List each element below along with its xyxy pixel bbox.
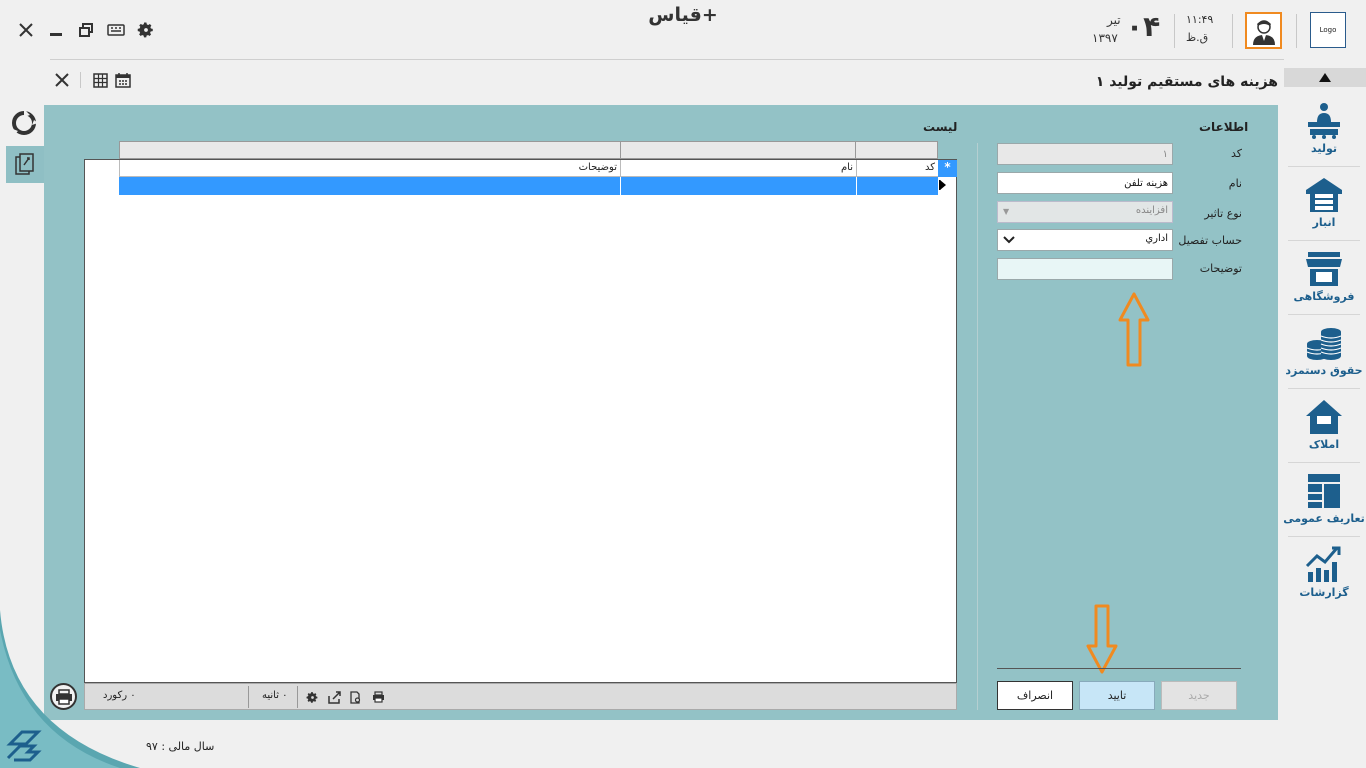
info-section-title: اطلاعات bbox=[1199, 120, 1249, 134]
arrow-up-annotation-icon bbox=[1118, 292, 1150, 367]
effect-type-label: نوع تاثیر bbox=[1204, 207, 1242, 220]
print-small-icon[interactable] bbox=[370, 689, 386, 705]
warehouse-icon bbox=[1306, 178, 1342, 212]
production-icon bbox=[1308, 103, 1340, 139]
date-month: تیر bbox=[1107, 13, 1121, 27]
confirm-button[interactable]: تایید bbox=[1079, 681, 1155, 710]
sidebar-item-label: تولید bbox=[1310, 142, 1337, 155]
document-edit-icon[interactable] bbox=[6, 146, 44, 183]
document-search-icon[interactable] bbox=[348, 689, 364, 705]
chevron-down-icon bbox=[1003, 233, 1015, 248]
list-grid[interactable] bbox=[84, 159, 957, 683]
header-separator bbox=[1174, 14, 1175, 48]
header-separator bbox=[1296, 14, 1297, 48]
date-day: ۰۴ bbox=[1126, 10, 1161, 43]
effect-type-value: افزاینده bbox=[1135, 205, 1168, 216]
user-avatar[interactable] bbox=[1245, 12, 1282, 49]
store-icon bbox=[1306, 252, 1342, 286]
name-label: نام bbox=[1228, 177, 1242, 190]
row-pointer-icon bbox=[939, 179, 947, 194]
header-separator bbox=[1232, 14, 1233, 48]
list-section-title: لیست bbox=[923, 120, 958, 134]
clock-time: ۱۱:۴۹ bbox=[1186, 13, 1214, 26]
effect-type-dropdown[interactable]: افزاینده ▼ bbox=[997, 201, 1173, 223]
column-header-code[interactable]: کد bbox=[856, 160, 938, 176]
buttons-divider bbox=[997, 668, 1241, 669]
sidebar-item-reports[interactable]: گزارشات bbox=[1288, 538, 1360, 611]
company-logo: Logo bbox=[1310, 12, 1346, 48]
status-bar bbox=[84, 683, 957, 710]
fiscal-year: سال مالی : ۹۷ bbox=[146, 740, 215, 753]
column-header-row: کد نام توضیحات bbox=[119, 160, 957, 177]
user-avatar-icon bbox=[1252, 19, 1275, 45]
clock-period: ق.ظ bbox=[1186, 31, 1209, 44]
chart-icon bbox=[1305, 546, 1341, 582]
sidebar-item-label: حقوق دستمزد bbox=[1285, 364, 1363, 377]
coins-icon bbox=[1306, 328, 1342, 360]
refresh-icon[interactable] bbox=[10, 109, 38, 137]
sidebar-item-payroll[interactable]: حقوق دستمزد bbox=[1285, 316, 1363, 389]
account-label: حساب تفصیل bbox=[1178, 234, 1242, 247]
minimize-icon[interactable] bbox=[46, 20, 66, 40]
grid-view-icon[interactable] bbox=[90, 70, 110, 90]
sidebar-item-store[interactable]: فروشگاهی bbox=[1288, 242, 1360, 315]
new-row-indicator: * bbox=[938, 160, 957, 177]
sidebar-item-label: املاک bbox=[1308, 438, 1340, 451]
column-header-description[interactable]: توضیحات bbox=[119, 160, 620, 176]
sidebar-item-label: فروشگاهی bbox=[1293, 290, 1355, 303]
form-title: هزینه های مستقیم تولید ۱ bbox=[1095, 74, 1278, 90]
table-row[interactable] bbox=[119, 177, 938, 195]
sidebar-item-production[interactable]: تولید bbox=[1288, 94, 1360, 167]
calendar-icon[interactable] bbox=[113, 70, 133, 90]
code-label: کد bbox=[1230, 147, 1242, 160]
chevron-down-icon: ▼ bbox=[1003, 207, 1010, 216]
new-button[interactable]: جدید bbox=[1161, 681, 1237, 710]
brand-logo-icon bbox=[6, 730, 42, 762]
grid-settings-icon[interactable] bbox=[304, 689, 320, 705]
panel-divider bbox=[977, 143, 978, 710]
export-icon[interactable] bbox=[326, 689, 342, 705]
restore-window-icon[interactable] bbox=[76, 20, 96, 40]
sidebar-item-label: انبار bbox=[1312, 216, 1336, 229]
arrow-down-annotation-icon bbox=[1086, 604, 1118, 674]
toolbar-separator bbox=[80, 72, 81, 88]
sidebar-item-general-definitions[interactable]: تعاریف عمومی bbox=[1283, 464, 1365, 537]
column-header-name[interactable]: نام bbox=[620, 160, 856, 176]
name-field[interactable] bbox=[997, 172, 1173, 194]
status-separator bbox=[248, 686, 249, 708]
header-divider bbox=[50, 59, 1284, 60]
elapsed-seconds: ۰ ثانیه bbox=[262, 690, 288, 701]
layout-icon bbox=[1308, 474, 1340, 508]
sidebar-item-property[interactable]: املاک bbox=[1288, 390, 1360, 463]
description-label: توضیحات bbox=[1199, 262, 1242, 275]
sidebar-item-label: گزارشات bbox=[1299, 586, 1349, 599]
code-field[interactable] bbox=[997, 143, 1173, 165]
account-value: اداري bbox=[1145, 233, 1168, 244]
description-field[interactable] bbox=[997, 258, 1173, 280]
sidebar-item-warehouse[interactable]: انبار bbox=[1288, 168, 1360, 241]
group-header-row bbox=[119, 141, 938, 159]
keyboard-icon[interactable] bbox=[106, 20, 126, 40]
sidebar-item-label: تعاریف عمومی bbox=[1283, 512, 1365, 525]
status-separator bbox=[297, 686, 298, 708]
triangle-up-icon bbox=[1319, 73, 1331, 82]
close-form-icon[interactable] bbox=[52, 70, 72, 90]
date-year: ۱۳۹۷ bbox=[1092, 31, 1118, 45]
cancel-button[interactable]: انصراف bbox=[997, 681, 1073, 710]
close-app-icon[interactable] bbox=[16, 20, 36, 40]
house-icon bbox=[1306, 400, 1342, 434]
account-dropdown[interactable]: اداري bbox=[997, 229, 1173, 251]
app-title: قیاس+ bbox=[648, 4, 718, 26]
settings-gear-icon[interactable] bbox=[136, 20, 156, 40]
sidebar-scroll-up[interactable] bbox=[1284, 68, 1366, 87]
